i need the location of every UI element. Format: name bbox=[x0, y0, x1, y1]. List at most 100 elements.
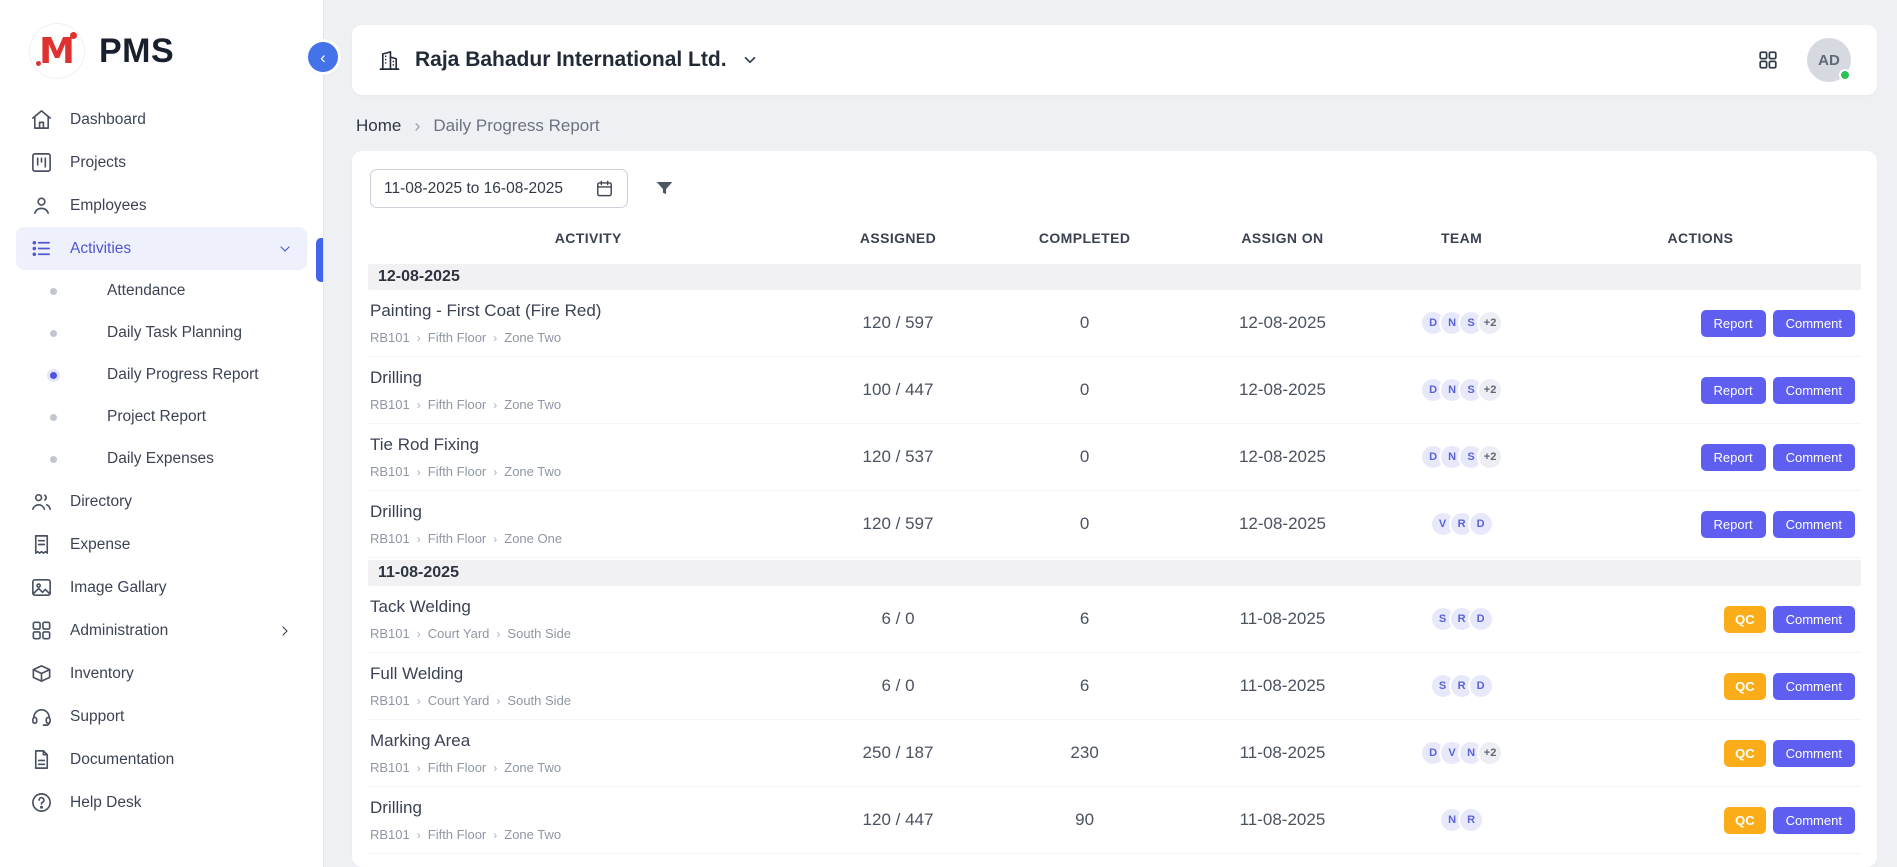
logo-m-icon: M bbox=[30, 24, 84, 78]
team-extra-badge[interactable]: +2 bbox=[1477, 740, 1503, 766]
actions-cell: QC Comment bbox=[1540, 606, 1861, 633]
comment-button[interactable]: Comment bbox=[1773, 673, 1855, 700]
top-header: Raja Bahadur International Ltd. AD bbox=[352, 25, 1877, 95]
sidebar-subitem-attendance[interactable]: Attendance bbox=[16, 270, 307, 312]
doc-icon bbox=[30, 748, 53, 771]
sidebar-item-expense[interactable]: Expense bbox=[16, 523, 307, 566]
comment-button[interactable]: Comment bbox=[1773, 606, 1855, 633]
sidebar-subitem-daily-progress-report[interactable]: Daily Progress Report bbox=[16, 354, 307, 396]
report-button[interactable]: Report bbox=[1701, 511, 1766, 538]
company-selector[interactable]: Raja Bahadur International Ltd. bbox=[378, 48, 759, 72]
comment-button[interactable]: Comment bbox=[1773, 740, 1855, 767]
comment-button[interactable]: Comment bbox=[1773, 807, 1855, 834]
main-content: Raja Bahadur International Ltd. AD Home … bbox=[323, 0, 1897, 867]
comment-button[interactable]: Comment bbox=[1773, 377, 1855, 404]
group-date-header: 12-08-2025 bbox=[368, 264, 1861, 290]
sidebar-item-documentation[interactable]: Documentation bbox=[16, 738, 307, 781]
qc-button[interactable]: QC bbox=[1724, 807, 1766, 834]
qc-button[interactable]: QC bbox=[1724, 606, 1766, 633]
actions-cell: QC Comment bbox=[1540, 673, 1861, 700]
list-icon bbox=[30, 237, 53, 260]
path-segment: RB101 bbox=[370, 464, 410, 479]
team-extra-badge[interactable]: +2 bbox=[1477, 444, 1503, 470]
sidebar-item-activities[interactable]: Activities bbox=[16, 227, 307, 270]
assigned-value: 250 / 187 bbox=[808, 743, 987, 763]
completed-value: 0 bbox=[988, 380, 1182, 400]
path-segment: Fifth Floor bbox=[428, 330, 487, 345]
sidebar-subitem-project-report[interactable]: Project Report bbox=[16, 396, 307, 438]
sidebar-item-support[interactable]: Support bbox=[16, 695, 307, 738]
chevron-right-icon: › bbox=[493, 332, 497, 344]
activity-name: Tack Welding bbox=[370, 597, 800, 617]
sidebar-item-dashboard[interactable]: Dashboard bbox=[16, 98, 307, 141]
bullet-icon bbox=[50, 288, 57, 295]
team-cell: SRD bbox=[1383, 606, 1540, 632]
path-segment: South Side bbox=[507, 626, 571, 641]
apps-grid-icon[interactable] bbox=[1757, 49, 1779, 71]
table-row: Tack WeldingRB101›Court Yard›South Side6… bbox=[368, 586, 1861, 653]
team-extra-badge[interactable]: +2 bbox=[1477, 310, 1503, 336]
report-button[interactable]: Report bbox=[1701, 310, 1766, 337]
chevron-left-icon: ‹ bbox=[320, 49, 326, 66]
chevron-right-icon: › bbox=[493, 399, 497, 411]
date-range-input[interactable]: 11-08-2025 to 16-08-2025 bbox=[370, 169, 628, 208]
sidebar-item-projects[interactable]: Projects bbox=[16, 141, 307, 184]
sidebar-item-image-gallary[interactable]: Image Gallary bbox=[16, 566, 307, 609]
path-segment: Court Yard bbox=[428, 626, 490, 641]
sidebar-item-help-desk[interactable]: Help Desk bbox=[16, 781, 307, 824]
home-icon bbox=[30, 108, 53, 131]
bullet-icon bbox=[50, 414, 57, 421]
filter-funnel-icon[interactable] bbox=[654, 178, 675, 199]
sidebar-item-label: Image Gallary bbox=[70, 578, 166, 598]
completed-value: 0 bbox=[988, 313, 1182, 333]
user-icon bbox=[30, 194, 53, 217]
sidebar-item-label: Help Desk bbox=[70, 793, 142, 813]
users-icon bbox=[30, 490, 53, 513]
sidebar-item-directory[interactable]: Directory bbox=[16, 480, 307, 523]
comment-button[interactable]: Comment bbox=[1773, 310, 1855, 337]
team-extra-badge[interactable]: +2 bbox=[1477, 377, 1503, 403]
team-stack: DNS+2 bbox=[1420, 444, 1503, 470]
column-header-assigned: ASSIGNED bbox=[808, 230, 987, 246]
sidebar-item-employees[interactable]: Employees bbox=[16, 184, 307, 227]
report-button[interactable]: Report bbox=[1701, 444, 1766, 471]
active-item-accent-bar bbox=[316, 238, 323, 282]
chevron-right-icon: › bbox=[414, 117, 420, 135]
user-avatar[interactable]: AD bbox=[1807, 38, 1851, 82]
assigned-value: 120 / 597 bbox=[808, 514, 987, 534]
team-stack: DNS+2 bbox=[1420, 310, 1503, 336]
grid-icon bbox=[30, 619, 53, 642]
chevron-right-icon: › bbox=[417, 829, 421, 841]
assign-on-value: 11-08-2025 bbox=[1182, 609, 1384, 629]
activity-cell: Marking AreaRB101›Fifth Floor›Zone Two bbox=[368, 731, 808, 775]
column-header-actions: ACTIONS bbox=[1540, 230, 1861, 246]
completed-value: 0 bbox=[988, 447, 1182, 467]
activity-name: Full Welding bbox=[370, 664, 800, 684]
qc-button[interactable]: QC bbox=[1724, 740, 1766, 767]
filter-row: 11-08-2025 to 16-08-2025 bbox=[370, 169, 1861, 208]
breadcrumb-home[interactable]: Home bbox=[356, 116, 401, 136]
sidebar-item-administration[interactable]: Administration bbox=[16, 609, 307, 652]
activity-path: RB101›Fifth Floor›Zone Two bbox=[370, 330, 800, 345]
assign-on-value: 12-08-2025 bbox=[1182, 447, 1384, 467]
comment-button[interactable]: Comment bbox=[1773, 444, 1855, 471]
sidebar-item-inventory[interactable]: Inventory bbox=[16, 652, 307, 695]
report-button[interactable]: Report bbox=[1701, 377, 1766, 404]
chevron-down-icon bbox=[741, 51, 759, 69]
chevron-right-icon: › bbox=[417, 466, 421, 478]
path-segment: RB101 bbox=[370, 693, 410, 708]
app-logo[interactable]: M PMS bbox=[0, 0, 323, 96]
actions-cell: QC Comment bbox=[1540, 740, 1861, 767]
comment-button[interactable]: Comment bbox=[1773, 511, 1855, 538]
sidebar-subitem-daily-expenses[interactable]: Daily Expenses bbox=[16, 438, 307, 480]
team-avatar: D bbox=[1468, 511, 1494, 537]
path-segment: RB101 bbox=[370, 827, 410, 842]
sidebar-subitem-daily-task-planning[interactable]: Daily Task Planning bbox=[16, 312, 307, 354]
sidebar-collapse-button[interactable]: ‹ bbox=[308, 42, 338, 72]
chevron-right-icon: › bbox=[493, 829, 497, 841]
actions-cell: Report Comment bbox=[1540, 444, 1861, 471]
qc-button[interactable]: QC bbox=[1724, 673, 1766, 700]
assigned-value: 6 / 0 bbox=[808, 676, 987, 696]
sidebar-subitem-label: Daily Progress Report bbox=[107, 365, 259, 385]
path-segment: RB101 bbox=[370, 626, 410, 641]
